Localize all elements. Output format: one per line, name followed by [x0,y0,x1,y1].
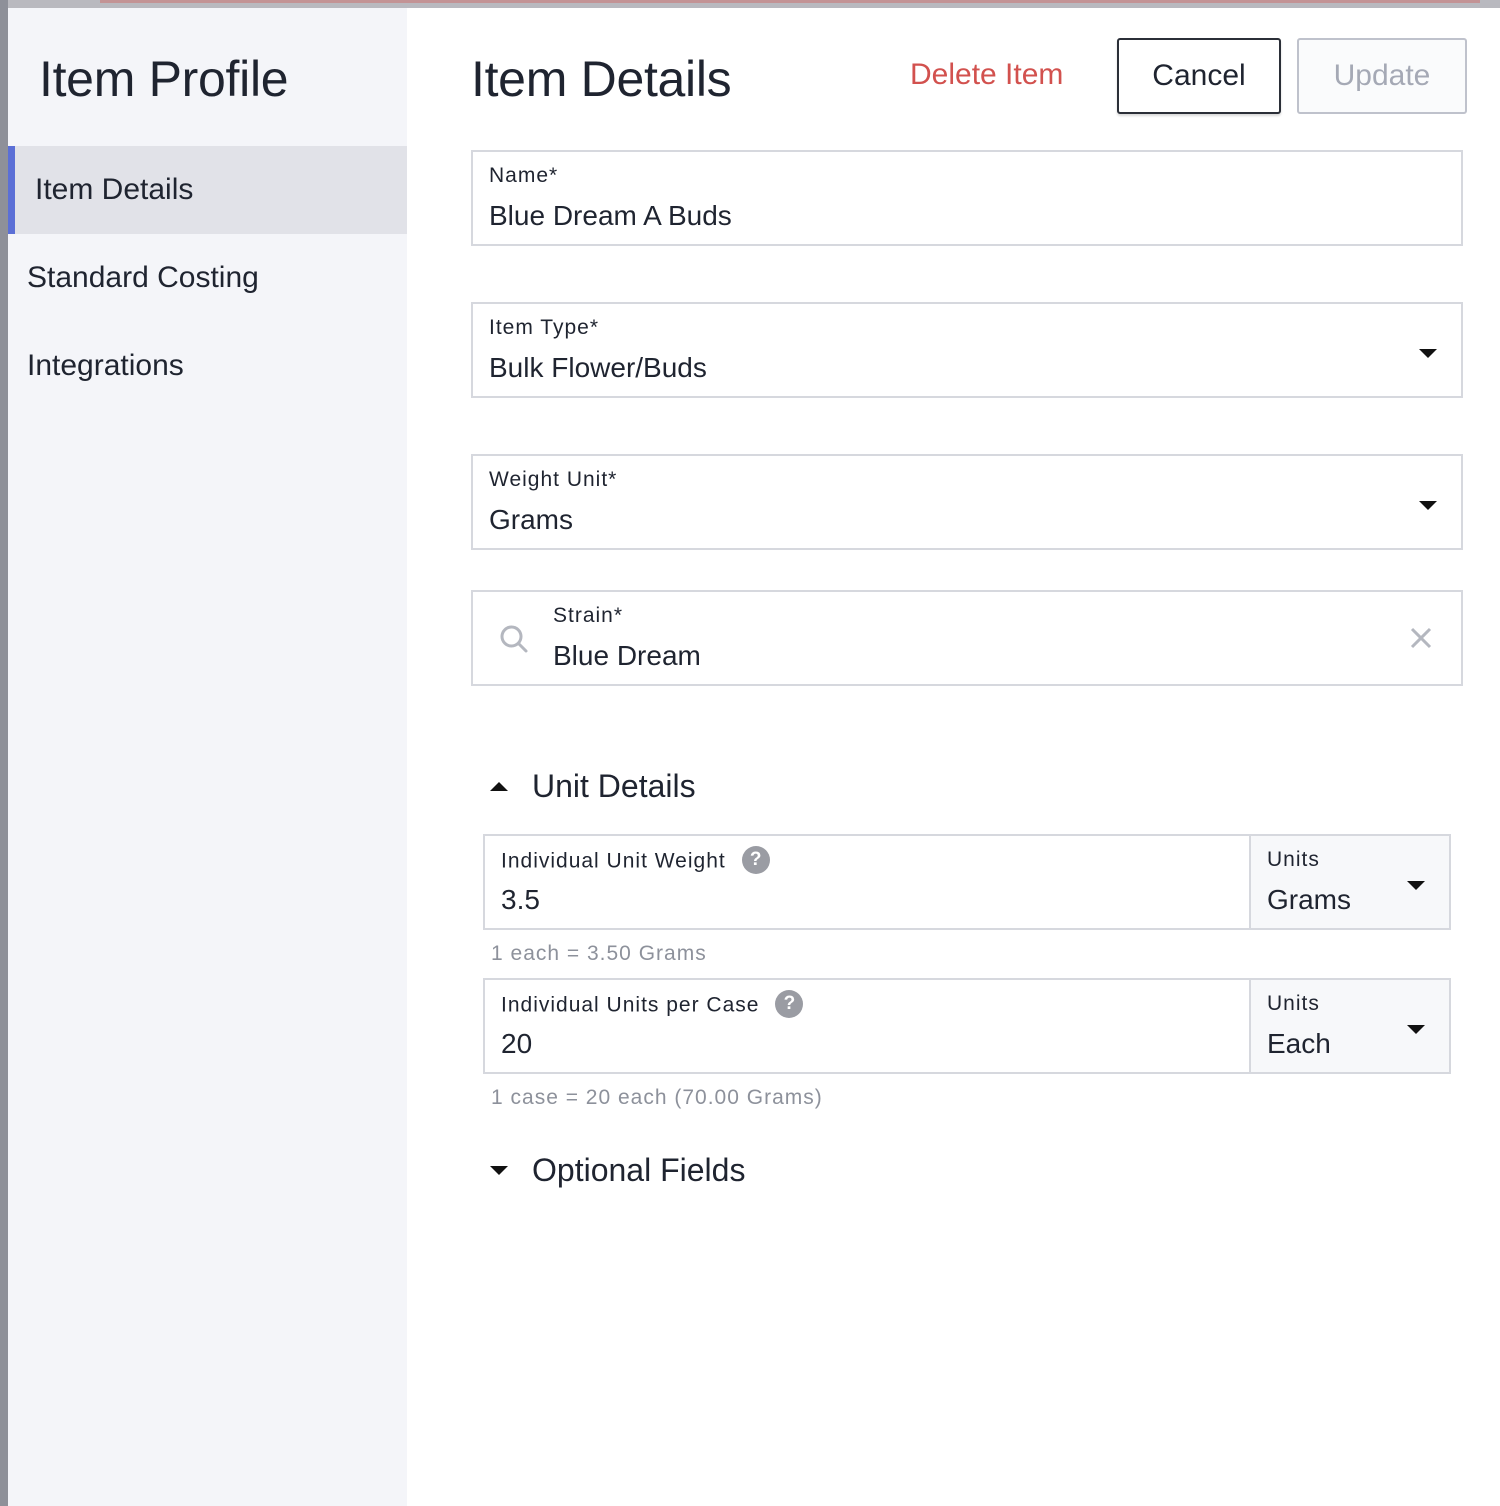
weight-unit-value: Grams [489,504,573,535]
unit-details-heading: Unit Details [532,768,696,804]
units-per-case-units-select[interactable]: Units Each [1249,978,1451,1074]
unit-weight-value: 3.5 [501,884,540,915]
unit-weight-input[interactable]: Individual Unit Weight? 3.5 [483,834,1251,930]
units-per-case-input[interactable]: Individual Units per Case? 20 [483,978,1251,1074]
unit-details-toggle[interactable]: Unit Details [490,768,696,805]
units-per-case-group: Individual Units per Case? 20 Units Each [483,978,1451,1074]
optional-fields-toggle[interactable]: Optional Fields [490,1152,745,1189]
unit-weight-hint: 1 each = 3.50 Grams [491,942,707,965]
units-label: Units [1267,848,1320,871]
backdrop-top [0,0,1500,8]
name-field[interactable]: Name* Blue Dream A Buds [471,150,1463,246]
item-profile-modal: Item Profile Item Details Standard Costi… [8,8,1500,1506]
chevron-down-icon [1407,1025,1425,1034]
chevron-up-icon [490,782,508,791]
update-button[interactable]: Update [1297,38,1467,114]
units-per-case-label: Individual Units per Case? [501,990,804,1020]
weight-unit-label: Weight Unit* [489,468,618,491]
cancel-button[interactable]: Cancel [1117,38,1281,114]
chevron-down-icon [1419,501,1437,510]
chevron-down-icon [1407,881,1425,890]
unit-weight-group: Individual Unit Weight? 3.5 Units Grams [483,834,1451,930]
item-type-select[interactable]: Item Type* Bulk Flower/Buds [471,302,1463,398]
units-value: Each [1267,1028,1331,1059]
strain-value: Blue Dream [553,640,701,671]
unit-weight-label: Individual Unit Weight? [501,846,770,876]
units-per-case-value: 20 [501,1028,533,1059]
strain-search-field[interactable]: Strain* Blue Dream [471,590,1463,686]
units-per-case-hint: 1 case = 20 each (70.00 Grams) [491,1086,823,1109]
close-icon[interactable] [1409,626,1433,650]
chevron-down-icon [490,1166,508,1175]
units-label: Units [1267,992,1320,1015]
main-panel: Item Details Delete Item Cancel Update N… [8,8,1500,1506]
search-icon [500,625,528,653]
chevron-down-icon [1419,349,1437,358]
page-title: Item Details [471,51,732,107]
help-icon[interactable]: ? [741,846,770,874]
item-type-label: Item Type* [489,316,599,339]
optional-fields-heading: Optional Fields [532,1152,746,1188]
unit-weight-units-select[interactable]: Units Grams [1249,834,1451,930]
item-type-value: Bulk Flower/Buds [489,352,707,383]
weight-unit-select[interactable]: Weight Unit* Grams [471,454,1463,550]
delete-item-button[interactable]: Delete Item [910,58,1063,92]
name-value: Blue Dream A Buds [489,200,732,231]
units-value: Grams [1267,884,1351,915]
name-label: Name* [489,164,559,187]
strain-label: Strain* [553,604,624,627]
backdrop-left [0,0,8,1506]
help-icon[interactable]: ? [775,990,804,1018]
